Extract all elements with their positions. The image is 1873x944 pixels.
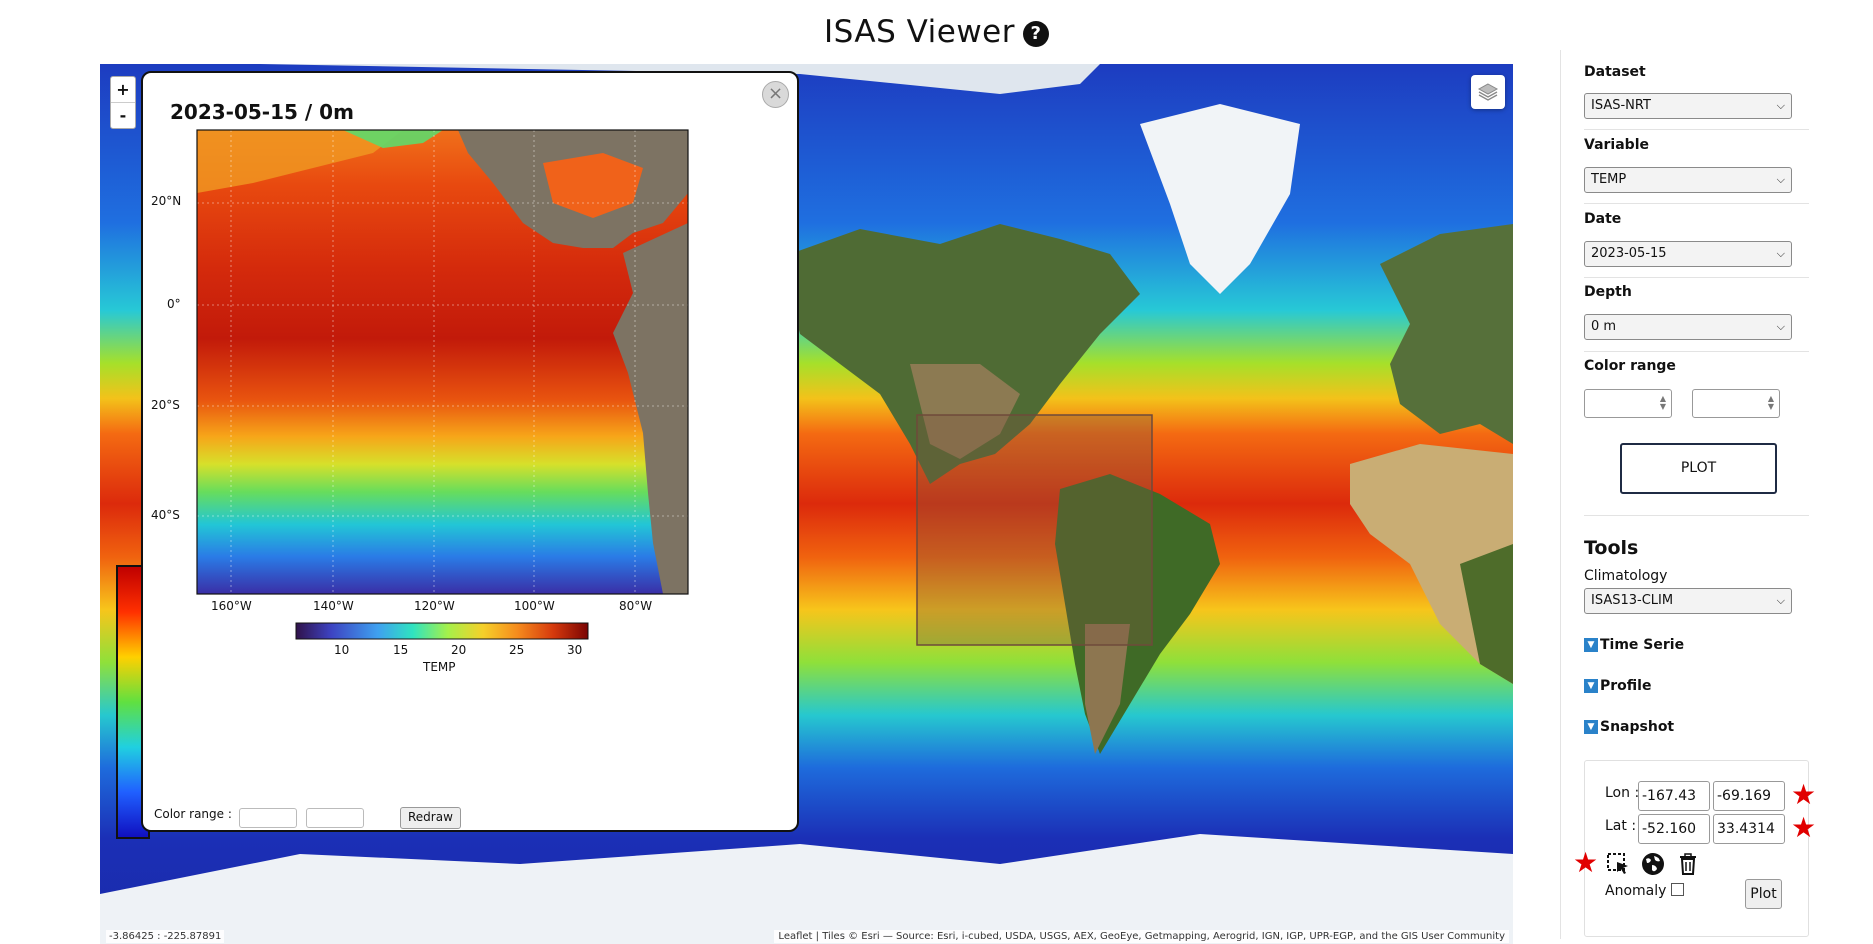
- snapshot-popup: 2023-05-15 / 0m × 20°N 0° 20°S 40°S 160°…: [141, 71, 799, 832]
- chevron-down-icon: ⌵: [1776, 99, 1785, 112]
- lat-tick-20n: 20°N: [151, 194, 182, 208]
- dataset-select-value: ISAS-NRT: [1591, 98, 1651, 113]
- trash-icon[interactable]: [1675, 851, 1701, 877]
- required-star-icon: ★: [1791, 811, 1817, 844]
- lon-max-input[interactable]: -69.169: [1713, 781, 1785, 811]
- colorbar-tick-20: 20: [451, 643, 467, 657]
- redraw-button[interactable]: Redraw: [400, 807, 461, 829]
- dataset-label: Dataset: [1584, 64, 1646, 80]
- section-snapshot[interactable]: ▼ Snapshot: [1584, 719, 1674, 735]
- map-attribution: Leaflet | Tiles © Esri — Source: Esri, i…: [774, 930, 1509, 943]
- tools-title: Tools: [1584, 537, 1639, 559]
- lat-tick-0: 0°: [167, 297, 181, 311]
- lon-tick-160w: 160°W: [211, 599, 252, 613]
- divider: [1584, 351, 1809, 352]
- lon-tick-80w: 80°W: [619, 599, 653, 613]
- date-label: Date: [1584, 211, 1622, 227]
- snapshot-tool-box: Lon : -167.43 -69.169 ★ Lat : -52.160 33…: [1573, 760, 1816, 937]
- divider: [1584, 277, 1809, 278]
- date-select-value: 2023-05-15: [1591, 246, 1667, 261]
- anomaly-toggle[interactable]: Anomaly: [1605, 883, 1685, 899]
- chevron-down-icon: ⌵: [1776, 320, 1785, 333]
- color-range-max-input[interactable]: ▲ ▼: [1692, 389, 1780, 418]
- chevron-down-icon: ⌵: [1776, 173, 1785, 186]
- lat-max-input[interactable]: 33.4314: [1713, 814, 1785, 844]
- required-star-icon: ★: [1573, 846, 1599, 879]
- lat-tick-40s: 40°S: [151, 508, 180, 522]
- climatology-select[interactable]: ISAS13-CLIM ⌵: [1584, 588, 1792, 614]
- control-panel: Dataset ISAS-NRT ⌵ Variable TEMP ⌵ Date 20…: [1560, 50, 1873, 939]
- lon-tick-120w: 120°W: [414, 599, 455, 613]
- lon-label: Lon :: [1605, 785, 1640, 801]
- zoom-control: + -: [110, 76, 136, 129]
- popup-color-range-min-input[interactable]: [239, 808, 297, 828]
- anomaly-checkbox[interactable]: [1671, 883, 1685, 896]
- lon-tick-140w: 140°W: [313, 599, 354, 613]
- color-range-label: Color range: [1584, 358, 1676, 374]
- spinner-icon[interactable]: ▲ ▼: [1660, 395, 1666, 411]
- caret-down-icon: ▼: [1584, 638, 1598, 652]
- cursor-coordinates: -3.86425 : -225.87891: [106, 930, 225, 943]
- caret-down-icon: ▼: [1584, 720, 1598, 734]
- section-time-serie-label: Time Serie: [1600, 637, 1685, 653]
- zoom-in-button[interactable]: +: [111, 77, 135, 103]
- variable-select-value: TEMP: [1591, 172, 1627, 187]
- lat-label: Lat :: [1605, 818, 1637, 834]
- depth-label: Depth: [1584, 284, 1632, 300]
- colorbar-label: TEMP: [423, 660, 456, 674]
- color-range-min-input[interactable]: ▲ ▼: [1584, 389, 1672, 418]
- help-circle-icon[interactable]: ?: [1023, 21, 1049, 47]
- colorbar-tick-25: 25: [509, 643, 525, 657]
- lat-tick-20s: 20°S: [151, 398, 180, 412]
- spinner-icon[interactable]: ▲ ▼: [1768, 395, 1774, 411]
- select-area-icon[interactable]: [1605, 851, 1631, 877]
- section-snapshot-label: Snapshot: [1600, 719, 1675, 735]
- colorbar-tick-15: 15: [393, 643, 409, 657]
- lon-tick-100w: 100°W: [514, 599, 555, 613]
- caret-down-icon: ▼: [1584, 679, 1598, 693]
- section-profile-label: Profile: [1600, 678, 1652, 694]
- lon-min-input[interactable]: -167.43: [1638, 781, 1710, 811]
- depth-select-value: 0 m: [1591, 319, 1617, 334]
- layers-icon[interactable]: [1471, 75, 1505, 109]
- popup-color-range-label: Color range :: [154, 807, 232, 821]
- chevron-down-icon: ⌵: [1776, 594, 1785, 607]
- colorbar-tick-30: 30: [567, 643, 583, 657]
- variable-label: Variable: [1584, 137, 1649, 153]
- globe-icon[interactable]: [1640, 851, 1666, 877]
- divider: [1584, 203, 1809, 204]
- divider: [1584, 515, 1809, 516]
- section-profile[interactable]: ▼ Profile: [1584, 678, 1651, 694]
- climatology-select-value: ISAS13-CLIM: [1591, 593, 1674, 608]
- chevron-down-icon: ⌵: [1776, 247, 1785, 260]
- plot-button[interactable]: PLOT: [1620, 443, 1777, 494]
- date-select[interactable]: 2023-05-15 ⌵: [1584, 241, 1792, 267]
- popup-color-range-max-input[interactable]: [306, 808, 364, 828]
- snapshot-plot-button[interactable]: Plot: [1745, 879, 1782, 909]
- dataset-select[interactable]: ISAS-NRT ⌵: [1584, 93, 1792, 119]
- climatology-label: Climatology: [1584, 568, 1668, 584]
- lat-min-input[interactable]: -52.160: [1638, 814, 1710, 844]
- zoom-out-button[interactable]: -: [111, 103, 135, 128]
- variable-select[interactable]: TEMP ⌵: [1584, 167, 1792, 193]
- snapshot-plot: [196, 129, 689, 640]
- page-title: ISAS Viewer: [823, 14, 1015, 50]
- depth-select[interactable]: 0 m ⌵: [1584, 314, 1792, 340]
- divider: [1584, 129, 1809, 130]
- app-header: ISAS Viewer?: [0, 14, 1873, 50]
- section-time-serie[interactable]: ▼ Time Serie: [1584, 637, 1684, 653]
- colorbar-tick-10: 10: [334, 643, 350, 657]
- anomaly-label: Anomaly: [1605, 883, 1667, 899]
- required-star-icon: ★: [1791, 778, 1817, 811]
